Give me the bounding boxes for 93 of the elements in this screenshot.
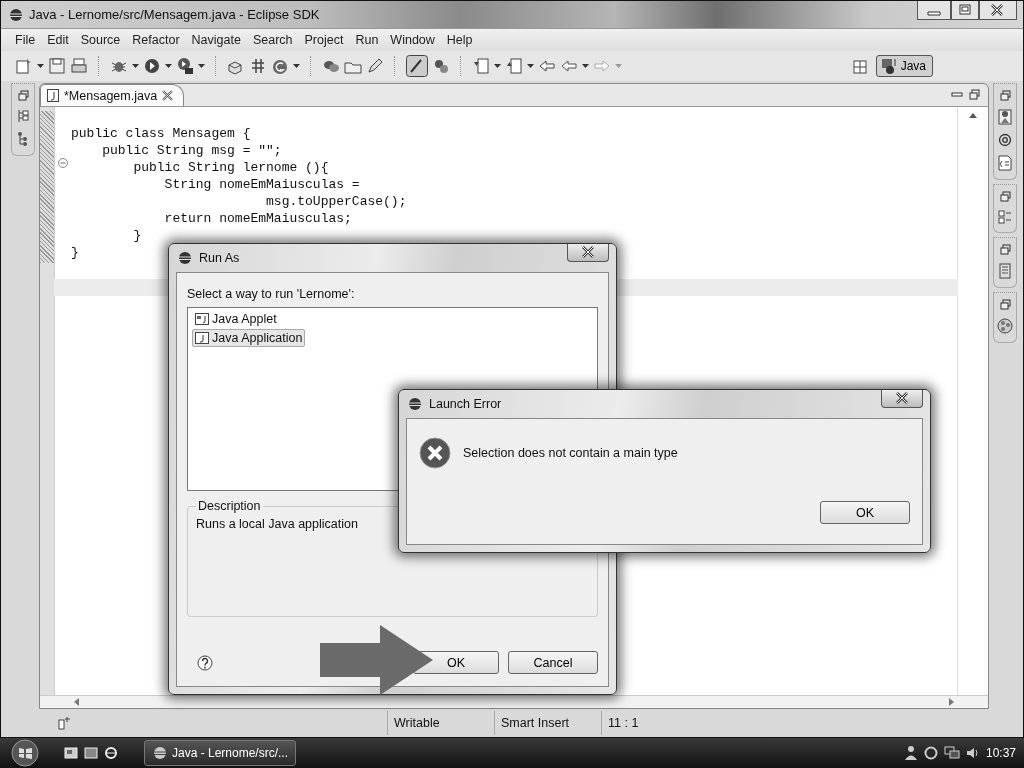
new-file-icon[interactable]	[15, 57, 33, 75]
scroll-left-arrow-icon[interactable]	[74, 698, 79, 706]
app-logo-icon	[153, 746, 167, 760]
dropdown-caret-icon[interactable]	[132, 64, 139, 68]
menu-item[interactable]: Navigate	[185, 33, 247, 47]
editor-tab[interactable]: *Mensagem.java	[40, 84, 185, 106]
description-text: Runs a local Java application	[196, 517, 359, 531]
maximize-icon[interactable]	[951, 1, 979, 20]
status-text: 11 : 1	[608, 716, 639, 730]
list-item[interactable]: Java Application	[192, 329, 306, 347]
close-icon[interactable]	[567, 244, 609, 262]
menu-item[interactable]: Project	[298, 33, 350, 47]
prompt-text: Select a way to run 'Lernome':	[187, 287, 356, 301]
restore-icon[interactable]	[999, 191, 1011, 202]
menu-item[interactable]: Run	[349, 33, 385, 47]
cancel-button[interactable]: Cancel	[508, 651, 598, 674]
dropdown-caret-icon[interactable]	[582, 64, 589, 68]
open-perspective-icon[interactable]	[851, 57, 870, 75]
window-title: Java - Lernome/src/Mensagem.java - Eclipse SDK	[29, 7, 320, 22]
dropdown-caret-icon[interactable]	[527, 64, 534, 68]
java-perspective-button[interactable]: Java	[875, 55, 933, 77]
dropdown-caret-icon[interactable]	[37, 64, 44, 68]
close-icon[interactable]	[979, 1, 1017, 20]
network-icon[interactable]	[943, 746, 960, 760]
dialog-title: Run As	[199, 251, 240, 265]
menu-item[interactable]: Window	[384, 33, 441, 47]
app-logo-icon	[178, 251, 192, 265]
dialog-title: Launch Error	[429, 397, 502, 411]
applet-icon	[195, 313, 209, 325]
code-line: public class Mensagem {	[71, 126, 251, 141]
clock-text: 10:37	[985, 746, 1016, 760]
code-line: }	[132, 228, 142, 243]
dropdown-caret-icon[interactable]	[293, 64, 300, 68]
scroll-up-arrow-icon[interactable]	[969, 113, 977, 118]
menu-item[interactable]: Help	[440, 33, 479, 47]
application-icon	[195, 332, 209, 344]
group-label: Description	[197, 499, 262, 513]
dropdown-caret-icon[interactable]	[494, 64, 501, 68]
java-perspective-icon	[879, 57, 898, 75]
app-logo-icon	[9, 7, 23, 22]
maximize-icon[interactable]	[969, 89, 980, 100]
menu-item[interactable]: Search	[246, 33, 299, 47]
minimize-icon[interactable]	[917, 1, 951, 20]
dropdown-caret-icon[interactable]	[165, 64, 172, 68]
code-line: public String msg = "";	[101, 143, 282, 158]
print-icon[interactable]	[70, 57, 88, 75]
code-line: public String lernome (){	[132, 160, 329, 175]
java-file-icon	[47, 89, 59, 102]
document-icon[interactable]	[998, 155, 1012, 171]
scroll-right-arrow-icon[interactable]	[949, 698, 954, 706]
insert-mode-icon	[57, 716, 71, 730]
code-line: return nomeEmMaiusculas;	[163, 211, 352, 226]
back-arrow-icon[interactable]	[560, 57, 578, 75]
collapse-icon[interactable]	[58, 158, 68, 168]
run-icon[interactable]	[143, 57, 161, 75]
next-annotation-icon[interactable]	[472, 57, 490, 75]
close-icon[interactable]	[162, 90, 174, 101]
ok-button[interactable]: OK	[820, 501, 910, 524]
menu-item[interactable]: Refactor	[126, 33, 186, 47]
app-logo-icon	[408, 397, 422, 411]
close-icon[interactable]	[881, 390, 923, 408]
error-icon	[419, 437, 451, 469]
save-icon[interactable]	[48, 57, 66, 75]
pen-icon[interactable]	[366, 57, 384, 75]
code-line: msg.toUpperCase();	[265, 194, 407, 209]
hierarchy-icon[interactable]	[17, 109, 29, 123]
user-icon[interactable]	[903, 745, 918, 761]
restore-icon[interactable]	[999, 244, 1011, 255]
menu-item[interactable]: File	[9, 33, 42, 47]
sync-icon[interactable]	[923, 746, 938, 760]
menu-item[interactable]: Source	[74, 33, 127, 47]
palette-icon[interactable]	[997, 318, 1013, 334]
list-item[interactable]: Java Applet	[192, 310, 280, 328]
status-text: Writable	[394, 716, 440, 730]
restore-icon[interactable]	[999, 90, 1011, 101]
note-icon[interactable]	[999, 263, 1011, 279]
show-desktop-icon[interactable]	[64, 746, 78, 760]
speaker-icon[interactable]	[965, 746, 980, 760]
code-line: }	[71, 245, 79, 260]
restore-icon[interactable]	[999, 299, 1011, 310]
list-icon[interactable]	[998, 210, 1012, 224]
status-text: Smart Insert	[501, 716, 570, 730]
previous-annotation-icon[interactable]	[505, 57, 523, 75]
error-message: Selection does not contain a main type	[463, 446, 678, 460]
taskbar-button[interactable]: Java - Lernome/src/...	[144, 740, 296, 766]
last-edit-icon[interactable]	[538, 57, 556, 75]
dropdown-caret-icon[interactable]	[198, 64, 205, 68]
help-icon[interactable]	[197, 654, 213, 671]
code-line: String nomeEmMaiusculas =	[163, 177, 360, 192]
outline-icon[interactable]	[17, 131, 29, 147]
restore-icon[interactable]	[17, 90, 29, 101]
menu-item[interactable]: Edit	[41, 33, 75, 47]
switch-windows-icon[interactable]	[84, 746, 98, 760]
